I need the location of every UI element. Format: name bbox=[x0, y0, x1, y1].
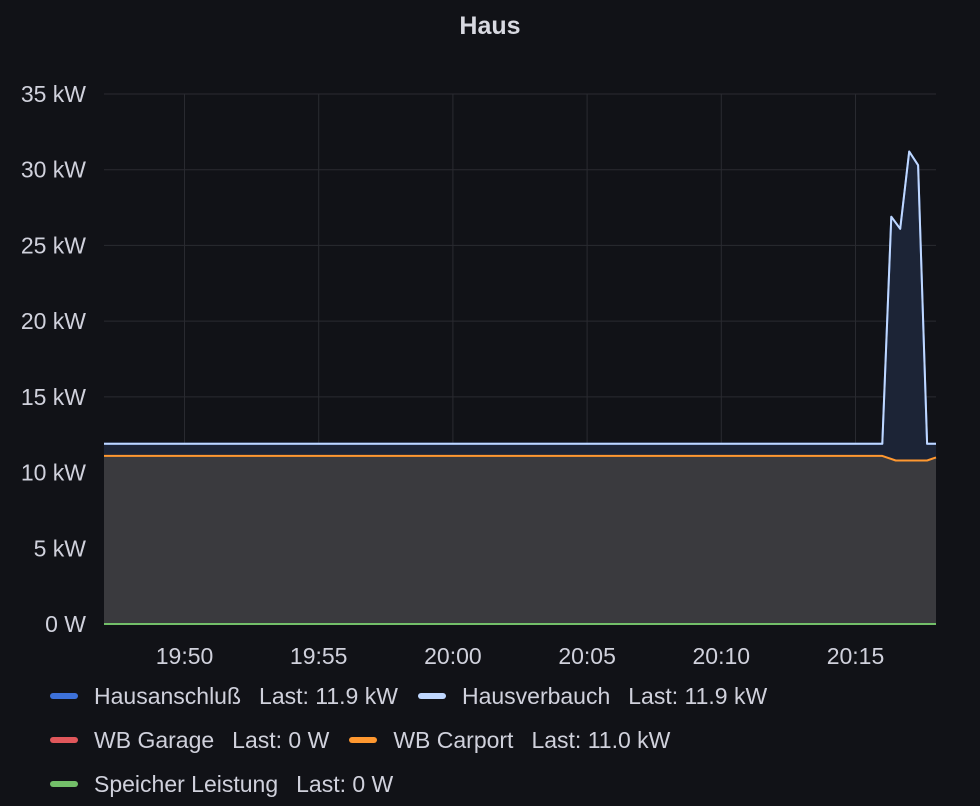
y-tick-label: 35 kW bbox=[21, 81, 86, 107]
series-areas bbox=[104, 151, 936, 624]
legend-swatch bbox=[50, 737, 78, 743]
x-tick-label: 20:10 bbox=[693, 643, 751, 669]
legend-last-value: Last: 0 W bbox=[232, 726, 330, 753]
legend-row: WB Garage Last: 0 W WB Carport Last: 11.… bbox=[50, 718, 970, 762]
y-tick-label: 5 kW bbox=[34, 535, 87, 561]
legend-item-hausanschluss[interactable]: Hausanschluß Last: 11.9 kW bbox=[50, 683, 398, 710]
chart-svg[interactable]: 0 W 5 kW 10 kW 15 kW 20 kW 25 kW 30 kW 35 kW 19… bbox=[0, 0, 980, 670]
legend-last-value: Last: 11.9 kW bbox=[628, 682, 768, 709]
x-tick-label: 20:05 bbox=[558, 643, 616, 669]
legend-item-wb-carport[interactable]: WB Carport Last: 11.0 kW bbox=[349, 727, 670, 754]
legend-last-value: Last: 0 W bbox=[296, 770, 394, 797]
x-tick-label: 20:15 bbox=[827, 643, 885, 669]
legend-last-value: Last: 11.9 kW bbox=[259, 682, 398, 709]
legend-label: WB Garage bbox=[94, 726, 215, 753]
legend-swatch bbox=[50, 693, 78, 699]
series-area-3 bbox=[104, 455, 936, 624]
legend-swatch bbox=[50, 781, 78, 787]
legend-swatch bbox=[417, 693, 446, 699]
legend-swatch bbox=[349, 737, 378, 743]
y-tick-label: 30 kW bbox=[21, 157, 86, 183]
y-tick-label: 15 kW bbox=[21, 384, 86, 410]
series-line-0 bbox=[104, 150, 936, 445]
x-tick-label: 20:00 bbox=[424, 643, 482, 669]
y-tick-label: 0 W bbox=[45, 611, 86, 637]
x-tick-label: 19:50 bbox=[156, 643, 214, 669]
y-tick-label: 20 kW bbox=[21, 308, 86, 334]
legend: Hausanschluß Last: 11.9 kW Hausverbauch … bbox=[50, 674, 970, 806]
legend-label: WB Carport bbox=[393, 726, 514, 753]
y-axis-ticks: 0 W 5 kW 10 kW 15 kW 20 kW 25 kW 30 kW 35 kW bbox=[21, 81, 86, 637]
legend-label: Hausverbauch bbox=[461, 682, 611, 709]
legend-item-wb-garage[interactable]: WB Garage Last: 0 W bbox=[50, 727, 329, 754]
x-tick-label: 19:55 bbox=[290, 643, 348, 669]
legend-row: Hausanschluß Last: 11.9 kW Hausverbauch … bbox=[50, 674, 970, 718]
legend-label: Speicher Leistung bbox=[94, 770, 279, 797]
y-tick-label: 10 kW bbox=[21, 460, 86, 486]
legend-row: Speicher Leistung Last: 0 W bbox=[50, 762, 970, 806]
legend-item-speicher-leistung[interactable]: Speicher Leistung Last: 0 W bbox=[50, 771, 393, 798]
legend-label: Hausanschluß bbox=[94, 682, 242, 709]
y-tick-label: 25 kW bbox=[21, 232, 86, 258]
series-line-1 bbox=[104, 150, 936, 445]
legend-item-hausverbauch[interactable]: Hausverbauch Last: 11.9 kW bbox=[417, 682, 768, 710]
x-axis-ticks: 19:50 19:55 20:00 20:05 20:10 20:15 bbox=[156, 643, 885, 669]
legend-last-value: Last: 11.0 kW bbox=[531, 726, 671, 753]
